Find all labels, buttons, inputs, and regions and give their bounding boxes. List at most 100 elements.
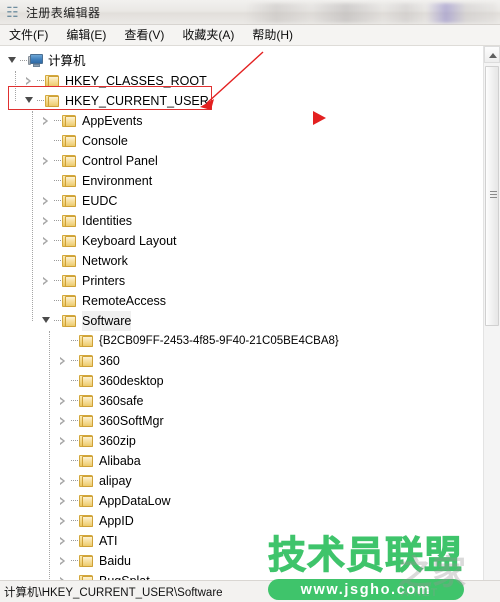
expand-chevron-right-icon[interactable] <box>40 211 54 231</box>
tree-item-label: RemoteAccess <box>82 294 167 308</box>
menu-favorites[interactable]: 收藏夹(A) <box>180 25 243 45</box>
tree-item[interactable]: AppDataLow <box>0 491 470 511</box>
folder-icon <box>62 274 78 288</box>
folder-icon <box>79 534 95 548</box>
expand-chevron-right-icon[interactable] <box>40 191 54 211</box>
registry-tree: 计算机 HKEY_CLASSES_ROOT HKEY_CURRENT_USER App… <box>0 51 470 581</box>
tree-item[interactable]: Identities <box>0 211 470 231</box>
expand-chevron-right-icon[interactable] <box>57 511 71 531</box>
folder-icon <box>79 554 95 568</box>
tree-item[interactable]: Control Panel <box>0 151 470 171</box>
folder-icon <box>79 494 95 508</box>
tree-connector-line <box>71 331 79 351</box>
tree-item[interactable]: RemoteAccess <box>0 291 470 311</box>
status-bar: 计算机\HKEY_CURRENT_USER\Software <box>0 580 500 602</box>
folder-icon <box>62 114 78 128</box>
tree-item[interactable]: AppEvents <box>0 111 470 131</box>
collapse-chevron-down-icon[interactable] <box>23 91 37 111</box>
menu-view[interactable]: 查看(V) <box>122 25 173 45</box>
tree-item[interactable]: Network <box>0 251 470 271</box>
tree-guide-line <box>32 111 33 321</box>
status-path: 计算机\HKEY_CURRENT_USER\Software <box>4 586 223 599</box>
tree-item-label: Identities <box>82 214 133 228</box>
tree-item[interactable]: 360 <box>0 351 470 371</box>
expand-chevron-right-icon[interactable] <box>57 431 71 451</box>
tree-connector-line <box>54 271 62 291</box>
folder-icon <box>62 134 78 148</box>
expand-chevron-right-icon[interactable] <box>40 231 54 251</box>
folder-icon <box>79 354 95 368</box>
expand-chevron-right-icon[interactable] <box>40 151 54 171</box>
tree-item-label: 360 <box>99 354 120 368</box>
tree-item-label: 360desktop <box>99 374 164 388</box>
scrollbar-thumb[interactable] <box>485 66 499 326</box>
tree-item[interactable]: EUDC <box>0 191 470 211</box>
tree-connector-line <box>71 551 79 571</box>
menu-file[interactable]: 文件(F) <box>7 25 57 45</box>
collapse-chevron-down-icon[interactable] <box>6 51 20 71</box>
folder-icon <box>79 454 95 468</box>
tree-connector-line <box>54 211 62 231</box>
registry-tree-pane[interactable]: 计算机 HKEY_CLASSES_ROOT HKEY_CURRENT_USER App… <box>0 46 500 581</box>
tree-item[interactable]: 360zip <box>0 431 470 451</box>
tree-item-label: AppDataLow <box>99 494 171 508</box>
menu-help[interactable]: 帮助(H) <box>250 25 302 45</box>
folder-icon <box>79 514 95 528</box>
tree-item[interactable]: Alibaba <box>0 451 470 471</box>
tree-leaf-spacer <box>57 371 71 391</box>
folder-icon <box>62 154 78 168</box>
folder-icon <box>79 434 95 448</box>
folder-icon <box>62 254 78 268</box>
folder-icon <box>62 214 78 228</box>
tree-item[interactable]: HKEY_CURRENT_USER <box>0 91 470 111</box>
expand-chevron-right-icon[interactable] <box>57 391 71 411</box>
tree-item[interactable]: Environment <box>0 171 470 191</box>
tree-item-label: Keyboard Layout <box>82 234 177 248</box>
tree-item-label: Console <box>82 134 128 148</box>
expand-chevron-right-icon[interactable] <box>57 531 71 551</box>
tree-item-label: HKEY_CURRENT_USER <box>65 94 209 108</box>
tree-item[interactable]: AppID <box>0 511 470 531</box>
tree-leaf-spacer <box>40 251 54 271</box>
tree-leaf-spacer <box>40 291 54 311</box>
expand-chevron-right-icon[interactable] <box>57 351 71 371</box>
tree-item-label: AppID <box>99 514 134 528</box>
tree-item[interactable]: Console <box>0 131 470 151</box>
folder-icon <box>79 334 95 348</box>
vertical-scrollbar[interactable] <box>483 46 500 580</box>
expand-chevron-right-icon[interactable] <box>57 471 71 491</box>
tree-item[interactable]: 360safe <box>0 391 470 411</box>
expand-chevron-right-icon[interactable] <box>23 71 37 91</box>
tree-item-label: Control Panel <box>82 154 158 168</box>
folder-icon <box>79 394 95 408</box>
scroll-up-button[interactable] <box>484 46 500 63</box>
tree-item[interactable]: ATI <box>0 531 470 551</box>
tree-item[interactable]: 计算机 <box>0 51 470 71</box>
expand-chevron-right-icon[interactable] <box>40 271 54 291</box>
folder-icon <box>62 174 78 188</box>
tree-connector-line <box>71 531 79 551</box>
tree-connector-line <box>71 411 79 431</box>
tree-item[interactable]: Baidu <box>0 551 470 571</box>
tree-item[interactable]: 360SoftMgr <box>0 411 470 431</box>
tree-item[interactable]: {B2CB09FF-2453-4f85-9F40-21C05BE4CBA8} <box>0 331 470 351</box>
folder-icon <box>79 414 95 428</box>
expand-chevron-right-icon[interactable] <box>57 551 71 571</box>
tree-item[interactable]: HKEY_CLASSES_ROOT <box>0 71 470 91</box>
tree-item[interactable]: Software <box>0 311 470 332</box>
collapse-chevron-down-icon[interactable] <box>40 311 54 331</box>
tree-item[interactable]: alipay <box>0 471 470 491</box>
window-title: 注册表编辑器 <box>26 5 101 20</box>
tree-item-label: HKEY_CLASSES_ROOT <box>65 74 207 88</box>
registry-editor-window: ☷ 注册表编辑器 文件(F) 编辑(E) 查看(V) 收藏夹(A) 帮助(H) … <box>0 0 500 602</box>
tree-item[interactable]: Keyboard Layout <box>0 231 470 251</box>
tree-connector-line <box>54 231 62 251</box>
tree-item[interactable]: Printers <box>0 271 470 291</box>
expand-chevron-right-icon[interactable] <box>57 411 71 431</box>
chevron-up-icon <box>489 53 497 58</box>
menu-edit[interactable]: 编辑(E) <box>64 25 115 45</box>
tree-connector-line <box>71 391 79 411</box>
tree-item[interactable]: 360desktop <box>0 371 470 391</box>
expand-chevron-right-icon[interactable] <box>40 111 54 131</box>
expand-chevron-right-icon[interactable] <box>57 491 71 511</box>
